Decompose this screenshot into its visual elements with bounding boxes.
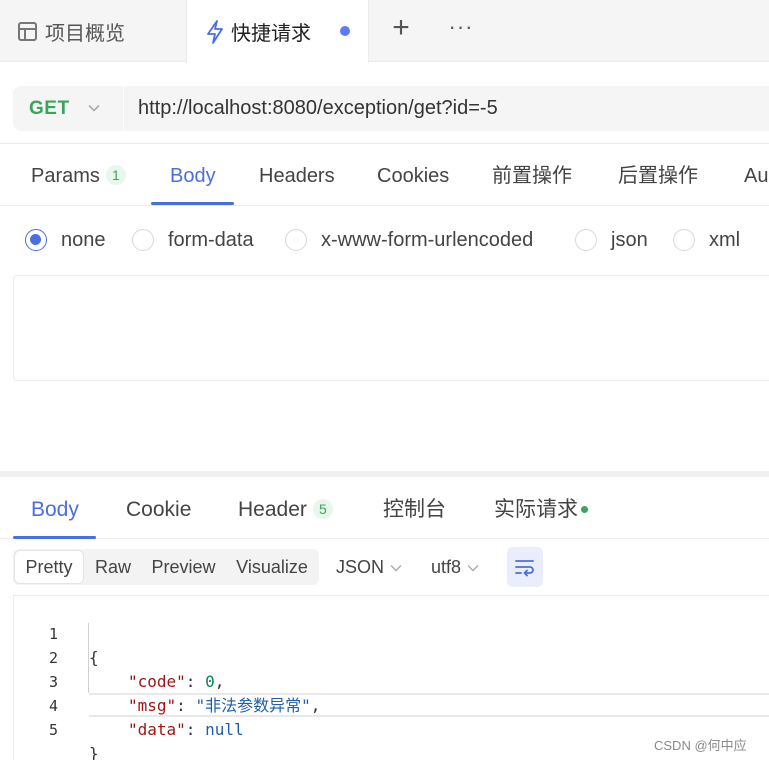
active-tab-indicator (13, 536, 96, 539)
params-count-badge: 1 (105, 165, 126, 185)
response-tab-actual-request[interactable]: 实际请求 (494, 477, 588, 539)
radio-xml[interactable]: xml (673, 220, 740, 260)
json-tail: , (214, 672, 225, 691)
top-tab-bar: 项目概览 快捷请求 + ··· (0, 0, 769, 63)
tab-body[interactable]: Body (170, 144, 216, 206)
radio-none[interactable]: none (25, 220, 106, 260)
radio-none-label: none (61, 228, 106, 251)
radio-xml-label: xml (709, 228, 741, 251)
radio-form-data-label: form-data (168, 228, 254, 251)
code-line: 2 "code": 0, (14, 622, 224, 691)
body-type-radios: none form-data x-www-form-urlencoded jso… (0, 220, 769, 260)
layout-icon (18, 21, 37, 41)
active-tab-indicator (151, 202, 234, 205)
mode-pretty-button[interactable]: Pretty (15, 551, 83, 583)
radio-circle (575, 229, 597, 251)
response-tab-actual-request-label: 实际请求 (494, 498, 578, 521)
mode-raw-button[interactable]: Raw (87, 549, 139, 585)
radio-form-data[interactable]: form-data (132, 220, 254, 260)
tab-quick-request[interactable]: 快捷请求 (186, 0, 369, 63)
wrap-lines-icon (515, 560, 534, 577)
code-text: } (89, 744, 99, 760)
lightning-icon (207, 19, 223, 44)
current-line-highlight (89, 693, 769, 717)
response-tab-header-label: Header (238, 498, 307, 521)
status-dot (581, 506, 588, 513)
header-count-badge: 5 (312, 499, 333, 519)
radio-urlencoded-label: x-www-form-urlencoded (321, 228, 534, 251)
radio-circle (132, 229, 154, 251)
method-select[interactable]: GET (29, 86, 70, 131)
mode-preview-button[interactable]: Preview (147, 549, 220, 585)
tab-params-label: Params (31, 165, 100, 187)
response-tab-console[interactable]: 控制台 (383, 477, 446, 539)
json-sep: : (185, 672, 206, 691)
url-divider (123, 86, 124, 131)
chevron-down-icon[interactable] (87, 101, 101, 115)
radio-circle (25, 229, 47, 251)
tab-params[interactable]: Params 1 (31, 144, 126, 206)
request-body-editor[interactable] (13, 275, 769, 381)
language-select-label: JSON (336, 557, 385, 577)
json-sep: : (185, 720, 206, 739)
radio-circle (673, 229, 695, 251)
tab-project-overview[interactable]: 项目概览 (18, 0, 125, 62)
tab-project-overview-label: 项目概览 (45, 22, 125, 45)
response-tab-cookie[interactable]: Cookie (126, 477, 191, 539)
watermark: CSDN @何中应 (654, 738, 747, 753)
mode-visualize-button[interactable]: Visualize (231, 549, 313, 585)
radio-urlencoded[interactable]: x-www-form-urlencoded (285, 220, 533, 260)
url-input[interactable] (138, 86, 758, 131)
code-line: 5 } (14, 694, 99, 760)
tab-headers[interactable]: Headers (259, 144, 335, 206)
response-tabs: Body Cookie Header 5 控制台 实际请求 (0, 477, 769, 539)
tab-post-processors[interactable]: 后置操作 (618, 144, 698, 206)
tab-cookies[interactable]: Cookies (377, 144, 449, 206)
code-text: "data": null (128, 718, 244, 742)
tab-pre-processors[interactable]: 前置操作 (492, 144, 572, 206)
unsaved-dot (340, 26, 350, 36)
code-line: 3 "msg": "非法参数异常", (14, 646, 320, 715)
wrap-lines-button[interactable] (507, 547, 543, 587)
language-select[interactable]: JSON (336, 549, 402, 585)
more-options-button[interactable]: ··· (447, 14, 475, 44)
json-value: null (205, 720, 244, 739)
tab-quick-request-label: 快捷请求 (231, 23, 311, 45)
url-bar: GET (13, 86, 769, 131)
encoding-select-label: utf8 (431, 557, 462, 577)
code-line: 1 { (14, 598, 99, 667)
json-key: "data" (128, 720, 186, 739)
request-tabs: Params 1 Body Headers Cookies 前置操作 后置操作 A… (0, 144, 769, 206)
radio-json[interactable]: json (575, 220, 648, 260)
radio-circle (285, 229, 307, 251)
chevron-down-icon (467, 565, 479, 572)
json-key: "code" (128, 672, 186, 691)
response-tab-header[interactable]: Header 5 (238, 477, 333, 539)
new-tab-button[interactable]: + (388, 13, 414, 44)
view-mode-group: Pretty Raw Preview Visualize (13, 549, 319, 585)
json-value: 0 (205, 672, 215, 691)
response-tab-body[interactable]: Body (31, 477, 79, 539)
code-line: 4 "data": null (14, 670, 244, 739)
indent-guide (88, 623, 89, 693)
code-text: { (89, 648, 99, 667)
radio-json-label: json (611, 228, 648, 251)
tab-auth[interactable]: Au (744, 144, 768, 206)
line-number: 5 (48, 721, 58, 739)
code-text: "code": 0, (128, 670, 224, 694)
chevron-down-icon (390, 565, 402, 572)
encoding-select[interactable]: utf8 (431, 549, 479, 585)
